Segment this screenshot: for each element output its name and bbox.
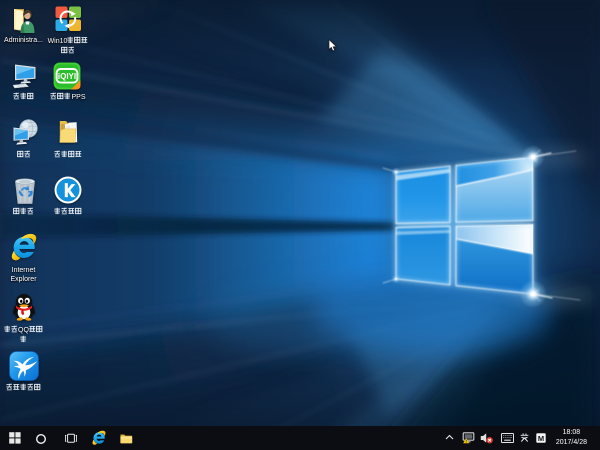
svg-text:iQIYI: iQIYI [58,72,76,81]
svg-text:M: M [538,434,544,443]
